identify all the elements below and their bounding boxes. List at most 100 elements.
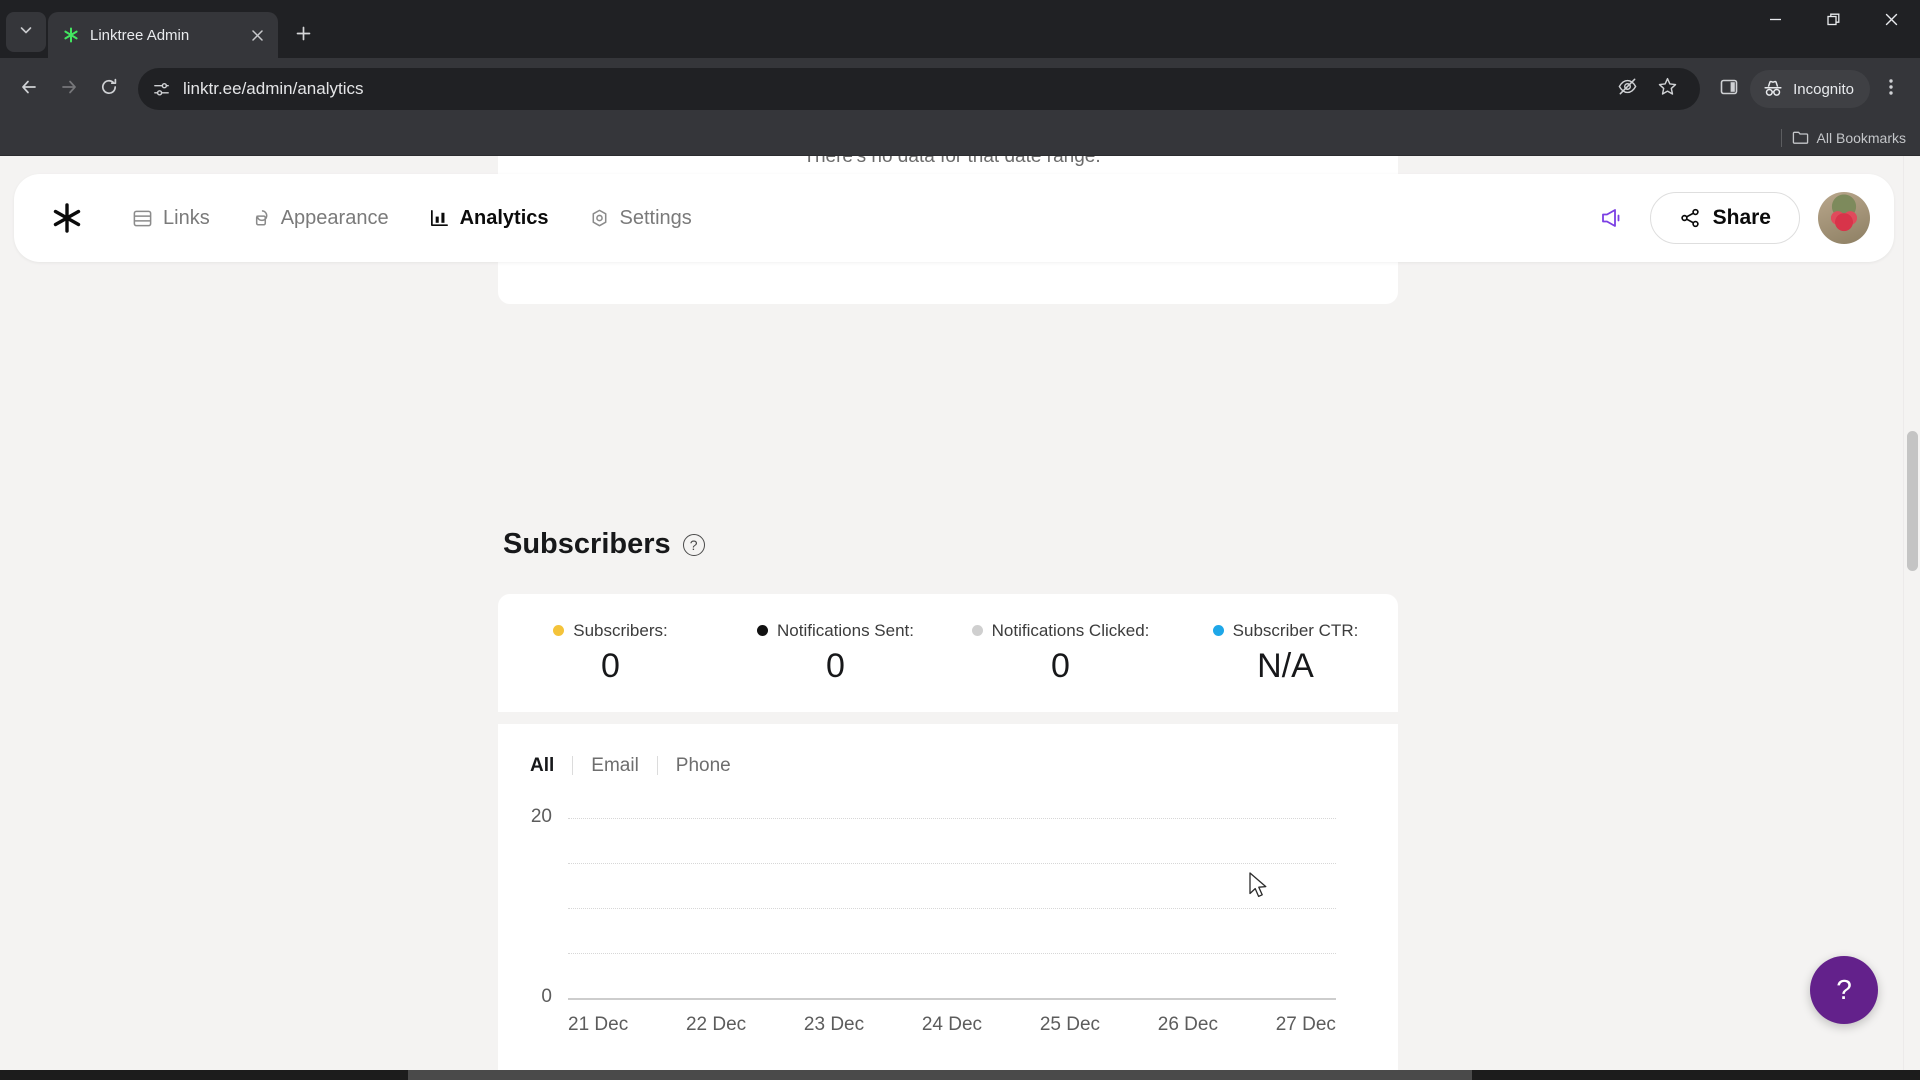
stat-notifications-clicked: Notifications Clicked: 0 xyxy=(948,621,1173,686)
stat-notifications-sent: Notifications Sent: 0 xyxy=(723,621,948,686)
nav-item-links[interactable]: Links xyxy=(116,197,226,240)
status-dot-subscriber-ctr xyxy=(1212,625,1224,636)
os-bottom-strip-highlight xyxy=(408,1070,1472,1080)
tab-title: Linktree Admin xyxy=(90,26,190,44)
three-dot-menu-icon xyxy=(1881,77,1901,102)
nav-item-settings[interactable]: Settings xyxy=(573,197,708,240)
browser-toolbar: linktr.ee/admin/analytics Incognito xyxy=(0,58,1920,120)
stat-label: Notifications Clicked: xyxy=(991,620,1150,640)
stat-header: Notifications Sent: xyxy=(756,620,914,641)
forward-button[interactable] xyxy=(50,70,88,108)
all-bookmarks-button[interactable]: All Bookmarks xyxy=(1792,129,1906,146)
tab-close-icon[interactable] xyxy=(246,24,268,46)
side-panel-button[interactable] xyxy=(1710,70,1748,108)
page-scrollbar[interactable] xyxy=(1903,156,1920,1080)
gridline-5 xyxy=(568,953,1336,954)
incognito-label: Incognito xyxy=(1793,80,1854,98)
linktree-nav-items: Links Appearance Analytics Settings xyxy=(116,197,708,240)
share-nodes-icon xyxy=(1679,207,1701,229)
minimize-button[interactable] xyxy=(1746,0,1804,44)
page-viewport: There's no data for that date range. Lin… xyxy=(0,156,1920,1080)
restore-icon xyxy=(1826,12,1841,32)
stat-value: N/A xyxy=(1257,646,1314,685)
omnibox-actions xyxy=(1608,70,1686,108)
reload-button[interactable] xyxy=(90,70,128,108)
all-bookmarks-label: All Bookmarks xyxy=(1816,129,1906,146)
url-text: linktr.ee/admin/analytics xyxy=(183,79,364,98)
x-tick: 21 Dec xyxy=(568,1014,629,1035)
x-axis-line xyxy=(568,998,1336,1000)
question-circle-icon[interactable]: ? xyxy=(682,533,705,556)
question-mark-icon: ? xyxy=(1836,974,1852,1005)
page-settings-icon[interactable] xyxy=(152,80,171,99)
tab-search-button[interactable] xyxy=(6,12,46,52)
tracking-protection-button[interactable] xyxy=(1608,70,1646,108)
tab-all[interactable]: All xyxy=(530,755,574,775)
stat-value: 0 xyxy=(826,646,845,685)
gridline-20 xyxy=(568,818,1336,819)
nav-item-appearance[interactable]: Appearance xyxy=(234,197,405,240)
stat-value: 0 xyxy=(601,646,620,685)
bookmarks-divider xyxy=(1780,128,1782,147)
nav-item-analytics[interactable]: Analytics xyxy=(413,197,565,240)
analytics-bars-icon xyxy=(429,208,450,229)
maximize-button[interactable] xyxy=(1804,0,1862,44)
status-dot-subscribers xyxy=(553,625,565,636)
minimize-icon xyxy=(1768,12,1783,32)
y-tick-20: 20 xyxy=(530,806,552,827)
side-panel-icon xyxy=(1719,77,1739,102)
close-icon xyxy=(1884,12,1899,32)
tab-email[interactable]: Email xyxy=(573,755,658,775)
appearance-icon xyxy=(250,208,271,229)
eye-off-icon xyxy=(1617,76,1638,102)
back-button[interactable] xyxy=(10,70,48,108)
megaphone-icon[interactable] xyxy=(1592,198,1632,238)
subscribers-chart[interactable]: 20 0 21 Dec 22 Dec 23 Dec 24 Dec 25 Dec … xyxy=(498,806,1398,1035)
help-button[interactable]: ? xyxy=(1810,956,1878,1024)
close-window-button[interactable] xyxy=(1862,0,1920,44)
gridline-15 xyxy=(568,863,1336,864)
arrow-left-icon xyxy=(19,77,39,102)
chart-filter-tabs: All Email Phone xyxy=(530,748,1398,782)
stat-header: Subscribers: xyxy=(553,621,668,641)
nav-label: Analytics xyxy=(459,206,549,229)
linktree-navbar: Links Appearance Analytics Settings Shar… xyxy=(14,174,1894,262)
browser-menu-button[interactable] xyxy=(1872,70,1910,108)
nav-label: Settings xyxy=(619,206,692,229)
arrow-right-icon xyxy=(59,77,79,102)
nav-label: Appearance xyxy=(280,206,389,229)
linktree-logo-icon[interactable] xyxy=(44,195,90,241)
incognito-hat-icon xyxy=(1762,78,1784,100)
x-tick: 26 Dec xyxy=(1157,1014,1218,1035)
bookmark-button[interactable] xyxy=(1648,70,1686,108)
stat-label: Notifications Sent: xyxy=(776,620,914,640)
tab-strip: Linktree Admin xyxy=(0,0,1920,58)
y-tick-0: 0 xyxy=(541,986,552,1007)
address-bar[interactable]: linktr.ee/admin/analytics xyxy=(138,68,1701,110)
stat-header: Subscriber CTR: xyxy=(1212,621,1358,641)
window-controls xyxy=(1746,0,1920,58)
browser-tab[interactable]: Linktree Admin xyxy=(48,12,278,58)
browser-window: Linktree Admin linktr.ee/admin/analytics… xyxy=(0,0,1920,1080)
avatar[interactable] xyxy=(1818,192,1870,244)
nav-label: Links xyxy=(163,206,210,229)
tab-phone[interactable]: Phone xyxy=(658,756,749,775)
stat-subscribers: Subscribers: 0 xyxy=(498,621,723,686)
x-tick: 25 Dec xyxy=(1039,1014,1101,1035)
incognito-indicator[interactable]: Incognito xyxy=(1750,70,1870,108)
stat-subscriber-ctr: Subscriber CTR: N/A xyxy=(1173,621,1398,686)
stat-value: 0 xyxy=(1051,646,1070,685)
status-dot-notifications-clicked xyxy=(971,625,983,636)
reload-icon xyxy=(99,77,119,102)
x-tick: 24 Dec xyxy=(921,1014,983,1035)
links-icon xyxy=(132,208,153,229)
no-data-message: There's no data for that date range. xyxy=(803,156,1101,167)
stat-header: Notifications Clicked: xyxy=(971,620,1150,641)
share-button[interactable]: Share xyxy=(1649,192,1800,244)
subscribers-stats-card: Subscribers: 0 Notifications Sent: 0 Not… xyxy=(498,594,1398,712)
subscribers-heading: Subscribers ? xyxy=(503,528,705,561)
scrollbar-thumb[interactable] xyxy=(1907,431,1918,571)
new-tab-button[interactable] xyxy=(286,18,320,52)
x-axis-labels: 21 Dec 22 Dec 23 Dec 24 Dec 25 Dec 26 De… xyxy=(568,1014,1336,1036)
linktree-asterisk-icon xyxy=(62,26,80,44)
